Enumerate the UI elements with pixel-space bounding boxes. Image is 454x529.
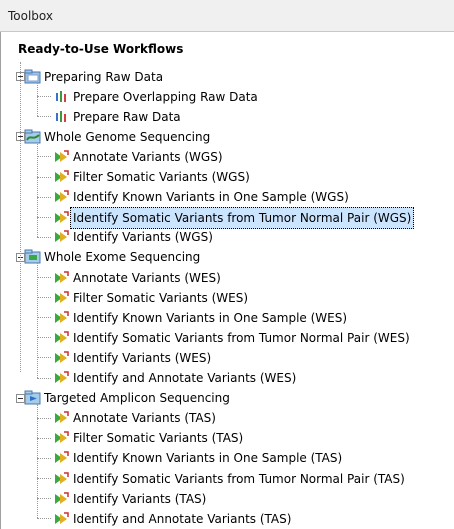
workflow-item-identify-variants-tas[interactable]: Identify Variants (TAS) [53, 488, 206, 508]
workflow-item-identify-somatic-variants-from-tumor-normal-pair-wes[interactable]: Identify Somatic Variants from Tumor Nor… [53, 327, 410, 347]
workflow-icon [53, 270, 71, 286]
collapse-toggle-icon[interactable] [16, 393, 25, 403]
workflow-item-filter-somatic-variants-wgs[interactable]: Filter Somatic Variants (WGS) [53, 167, 250, 187]
workflow-item-identify-somatic-variants-from-tumor-normal-pair-tas[interactable]: Identify Somatic Variants from Tumor Nor… [53, 468, 405, 488]
tree-connector-line [37, 156, 51, 158]
workflow-item-identify-and-annotate-variants-tas[interactable]: Identify and Annotate Variants (TAS) [53, 508, 291, 528]
amplicon-sequencing-icon [24, 390, 42, 406]
workflow-icon [53, 210, 71, 226]
workflow-item-identify-known-variants-in-one-sample-wes[interactable]: Identify Known Variants in One Sample (W… [53, 307, 347, 327]
workflow-icon [53, 290, 71, 306]
workflow-item-label: Identify Somatic Variants from Tumor Nor… [73, 330, 410, 345]
workflow-icon [53, 410, 71, 426]
workflow-item-label: Identify Somatic Variants from Tumor Nor… [73, 471, 405, 486]
workflow-item-identify-and-annotate-variants-wes[interactable]: Identify and Annotate Variants (WES) [53, 368, 296, 388]
tree-connector-line [37, 437, 51, 439]
tree-connector-line [37, 417, 51, 419]
workflow-icon [53, 169, 71, 185]
tree-connector-line [37, 377, 51, 379]
tree-connector-line [37, 116, 51, 118]
workflow-icon [53, 511, 71, 527]
raw-data-icon [53, 109, 71, 125]
tree-connector-line [37, 277, 51, 278]
toolbox-header: Toolbox [0, 0, 454, 32]
tree-group-targeted-amplicon-sequencing[interactable]: Targeted Amplicon Sequencing [24, 388, 230, 408]
tree-connector-line [37, 176, 51, 178]
workflow-item-filter-somatic-variants-wes[interactable]: Filter Somatic Variants (WES) [53, 287, 248, 307]
tree-root-line [20, 62, 21, 372]
workflow-icon [53, 491, 71, 507]
workflow-item-prepare-raw-data[interactable]: Prepare Raw Data [53, 106, 181, 126]
workflow-item-label: Identify Known Variants in One Sample (W… [73, 190, 349, 205]
tree-group-label: Whole Exome Sequencing [44, 250, 201, 265]
tree-group-whole-exome-sequencing[interactable]: Whole Exome Sequencing [24, 247, 200, 267]
tree-group-preparing-raw-data[interactable]: Preparing Raw Data [24, 66, 163, 86]
workflow-item-filter-somatic-variants-tas[interactable]: Filter Somatic Variants (TAS) [53, 428, 243, 448]
tree-group-label: Targeted Amplicon Sequencing [44, 391, 230, 406]
tree-root-label: Ready-to-Use Workflows [18, 42, 184, 56]
workflow-item-label: Identify Variants (WGS) [73, 230, 213, 245]
workflow-item-label: Annotate Variants (WGS) [73, 149, 223, 164]
workflow-item-label: Identify Variants (TAS) [73, 491, 207, 506]
tree-connector-line [37, 457, 51, 459]
workflow-item-label: Identify Somatic Variants from Tumor Nor… [70, 206, 415, 229]
workflow-icon [53, 330, 71, 346]
raw-data-icon [53, 89, 71, 105]
tree-branch-line [37, 82, 38, 117]
tree-connector-line [37, 518, 51, 520]
workflow-icon [53, 471, 71, 487]
workflow-icon [53, 310, 71, 326]
tree-connector-line [37, 96, 51, 98]
tree-connector-line [37, 216, 51, 218]
workflow-item-label: Annotate Variants (TAS) [73, 411, 216, 426]
tree-group-label: Preparing Raw Data [44, 69, 164, 84]
workflow-item-label: Identify Known Variants in One Sample (T… [73, 451, 343, 466]
workflow-item-annotate-variants-tas[interactable]: Annotate Variants (TAS) [53, 408, 216, 428]
workflow-item-identify-known-variants-in-one-sample-wgs[interactable]: Identify Known Variants in One Sample (W… [53, 187, 349, 207]
workflow-item-label: Identify Variants (WES) [73, 350, 212, 365]
workflow-icon [53, 430, 71, 446]
workflow-icon [53, 450, 71, 466]
workflow-item-label: Identify Known Variants in One Sample (W… [73, 310, 348, 325]
tree-connector-line [37, 478, 51, 479]
workflow-item-label: Filter Somatic Variants (TAS) [73, 431, 244, 446]
workflow-item-identify-somatic-variants-from-tumor-normal-pair-wgs[interactable]: Identify Somatic Variants from Tumor Nor… [53, 206, 415, 229]
tree-connector-line [37, 498, 51, 500]
workflow-icon [53, 370, 71, 386]
genome-sequencing-icon [24, 129, 42, 145]
tree-connector-line [37, 317, 51, 319]
workflow-icon [53, 350, 71, 366]
tree-branch-line [37, 403, 38, 519]
tree-connector-line [37, 236, 51, 238]
exome-sequencing-icon [24, 249, 42, 265]
workflow-item-annotate-variants-wes[interactable]: Annotate Variants (WES) [53, 267, 221, 287]
toolbox-title: Toolbox [8, 9, 53, 23]
workflow-item-label: Prepare Raw Data [73, 109, 181, 124]
tree-branch-line [37, 262, 38, 378]
folder-raw-data-icon [24, 69, 42, 85]
workflow-icon [53, 229, 71, 245]
tree-connector-line [37, 337, 51, 339]
workflow-item-identify-variants-wes[interactable]: Identify Variants (WES) [53, 347, 211, 367]
workflow-item-identify-variants-wgs[interactable]: Identify Variants (WGS) [53, 227, 213, 247]
tree-connector-line [37, 297, 51, 299]
tree-connector-line [37, 357, 51, 359]
workflow-item-label: Identify and Annotate Variants (TAS) [73, 511, 292, 526]
workflow-tree-panel[interactable]: Ready-to-Use Workflows Preparing Raw Dat… [0, 32, 454, 529]
tree-group-whole-genome-sequencing[interactable]: Whole Genome Sequencing [24, 126, 210, 146]
workflow-item-annotate-variants-wgs[interactable]: Annotate Variants (WGS) [53, 146, 223, 166]
tree-group-label: Whole Genome Sequencing [44, 129, 211, 144]
workflow-item-label: Identify and Annotate Variants (WES) [73, 371, 297, 385]
workflow-icon [53, 149, 71, 165]
tree-branch-line [37, 142, 38, 237]
workflow-item-label: Prepare Overlapping Raw Data [73, 89, 258, 104]
workflow-item-prepare-overlapping-raw-data[interactable]: Prepare Overlapping Raw Data [53, 86, 258, 106]
workflow-item-label: Filter Somatic Variants (WGS) [73, 170, 250, 184]
workflow-item-label: Filter Somatic Variants (WES) [73, 290, 249, 305]
workflow-icon [53, 189, 71, 205]
workflow-item-label: Annotate Variants (WES) [73, 270, 221, 285]
tree-connector-line [37, 196, 51, 198]
workflow-item-identify-known-variants-in-one-sample-tas[interactable]: Identify Known Variants in One Sample (T… [53, 448, 342, 468]
